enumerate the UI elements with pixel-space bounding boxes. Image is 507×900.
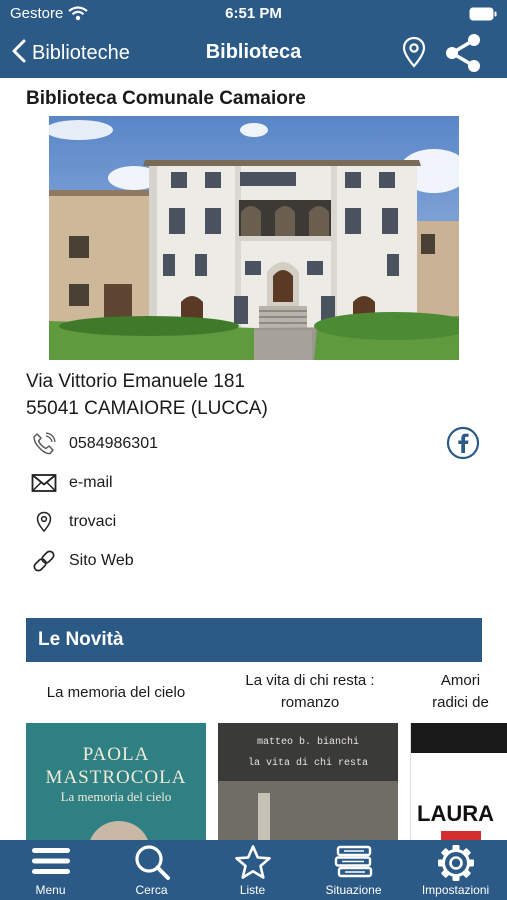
- library-address: Via Vittorio Emanuele 181 55041 CAMAIORE…: [26, 368, 268, 422]
- cover-2-title: la vita di chi resta: [247, 758, 369, 769]
- navigation-bar: Biblioteche Biblioteca: [0, 28, 507, 78]
- tab-settings-label: Impostazioni: [421, 883, 490, 897]
- tab-menu-label: Menu: [35, 883, 66, 897]
- tab-bar: Menu Cerca Liste Situazione Impostazioni: [0, 840, 507, 900]
- novita-section-header: Le Novità: [26, 618, 482, 662]
- tab-lists-label: Liste: [239, 883, 266, 897]
- email-contact[interactable]: e-mail: [30, 471, 113, 495]
- address-street: Via Vittorio Emanuele 181: [26, 371, 246, 392]
- location-pin-icon: [30, 510, 58, 534]
- map-label: trovaci: [69, 513, 117, 530]
- book-title-2[interactable]: La vita di chi resta : romanzo: [222, 670, 398, 714]
- back-button[interactable]: Biblioteche: [12, 39, 130, 68]
- cover-2-author: matteo b. bianchi: [256, 737, 360, 748]
- book-cover-2[interactable]: matteo b. bianchi la vita di chi resta: [218, 723, 398, 840]
- cover-1-title: La memoria del cielo: [60, 789, 172, 804]
- gear-icon: [404, 844, 507, 882]
- cover-2-photo: [218, 781, 398, 840]
- tab-status[interactable]: Situazione: [303, 840, 404, 900]
- map-pin-icon[interactable]: [402, 36, 426, 73]
- tab-menu[interactable]: Menu: [0, 840, 101, 900]
- tab-status-label: Situazione: [325, 883, 382, 897]
- back-button-label: Biblioteche: [32, 42, 130, 64]
- phone-number: 0584986301: [69, 435, 158, 452]
- share-icon[interactable]: [444, 33, 482, 78]
- menu-icon: [0, 844, 101, 878]
- phone-icon: [30, 432, 58, 456]
- books-icon: [303, 844, 404, 880]
- facebook-icon[interactable]: [446, 426, 480, 465]
- cover-1-portrait: [88, 821, 150, 840]
- address-city: 55041 CAMAIORE (LUCCA): [26, 398, 268, 419]
- status-time: 6:51 PM: [225, 5, 282, 22]
- search-icon: [101, 844, 202, 882]
- chevron-left-icon: [12, 39, 26, 68]
- email-label: e-mail: [69, 474, 113, 491]
- library-photo: [49, 116, 459, 360]
- book-cover-1[interactable]: PAOLA MASTROCOLA La memoria del cielo: [26, 723, 206, 840]
- book-title-1[interactable]: La memoria del cielo: [26, 682, 206, 704]
- cover-3-accent: [441, 831, 481, 840]
- library-detail: Biblioteca Comunale Camaiore Via Vittori…: [0, 78, 507, 840]
- cover-3-author: LAURA: [417, 801, 494, 826]
- star-icon: [202, 844, 303, 882]
- cover-1-author: PAOLA MASTROCOLA: [45, 744, 187, 788]
- novita-title: Le Novità: [38, 629, 124, 650]
- book-title-3-text: Amori radici de: [432, 672, 489, 711]
- link-icon: [30, 549, 58, 573]
- tab-search-label: Cerca: [135, 883, 168, 897]
- book-cover-3[interactable]: LAURA: [410, 723, 507, 840]
- book-title-3[interactable]: Amori radici de: [414, 670, 507, 714]
- envelope-icon: [30, 471, 58, 495]
- tab-settings[interactable]: Impostazioni: [404, 840, 507, 900]
- cover-2-figure: [258, 793, 270, 840]
- map-contact[interactable]: trovaci: [30, 510, 116, 534]
- library-name: Biblioteca Comunale Camaiore: [26, 88, 306, 109]
- website-label: Sito Web: [69, 552, 134, 569]
- tab-search[interactable]: Cerca: [101, 840, 202, 900]
- battery-icon: [469, 7, 497, 26]
- website-contact[interactable]: Sito Web: [30, 549, 134, 573]
- phone-contact[interactable]: 0584986301: [30, 432, 158, 456]
- tab-lists[interactable]: Liste: [202, 840, 303, 900]
- cover-3-band: [411, 723, 507, 753]
- status-bar: Gestore 6:51 PM: [0, 0, 507, 28]
